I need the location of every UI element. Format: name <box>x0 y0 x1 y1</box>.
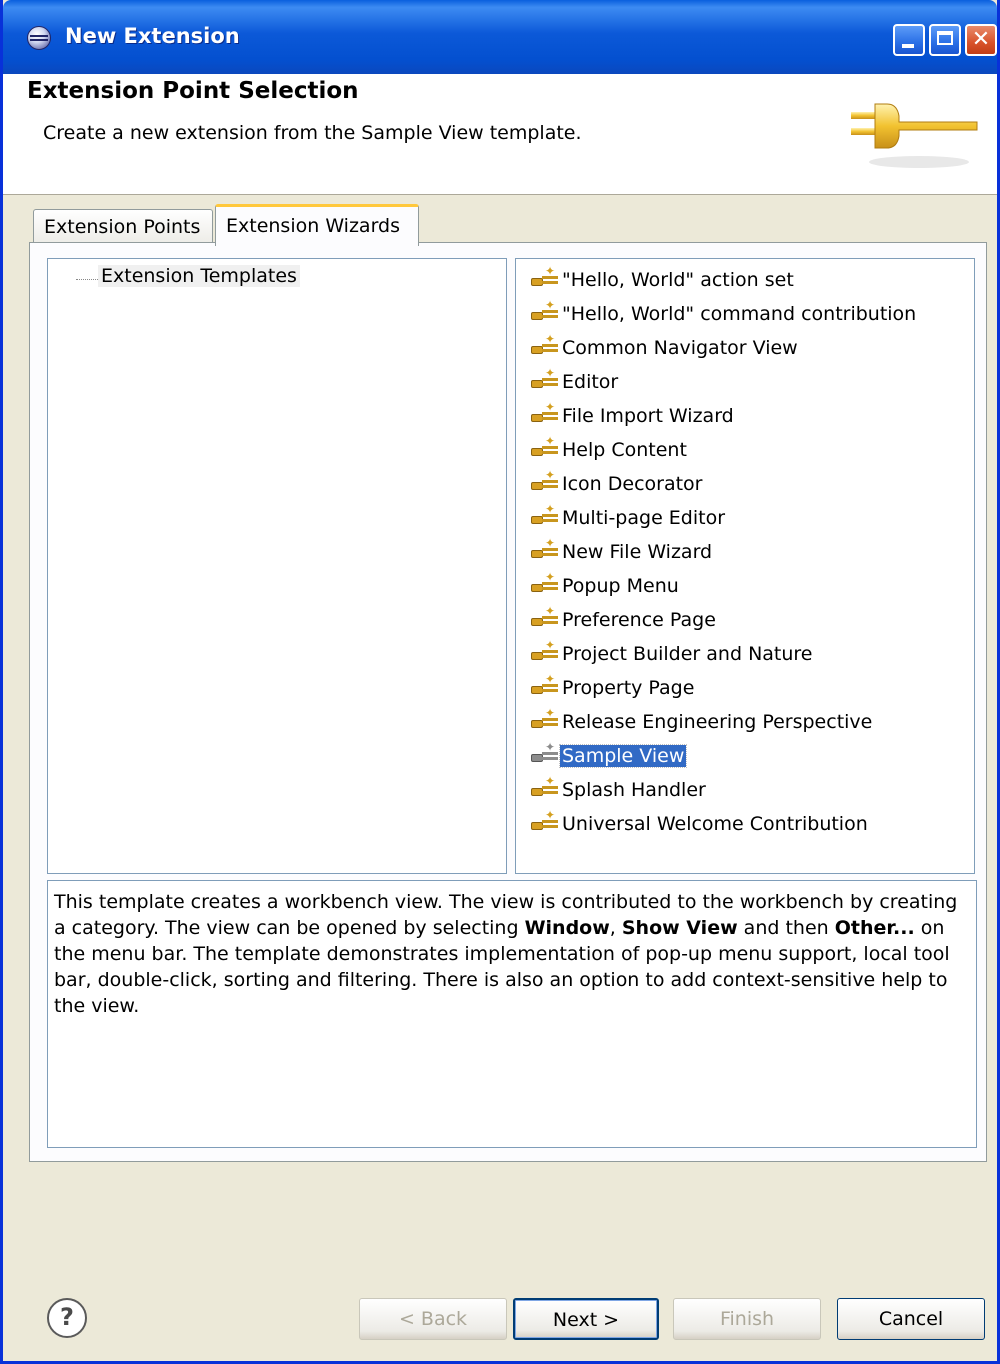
list-item[interactable]: ✦ Release Engineering Perspective <box>530 705 918 739</box>
list-item-label: Universal Welcome Contribution <box>562 813 868 835</box>
list-item[interactable]: ✦ Splash Handler <box>530 773 918 807</box>
window-title: New Extension <box>65 24 240 48</box>
list-item[interactable]: ✦ Universal Welcome Contribution <box>530 807 918 841</box>
list-item[interactable]: ✦ Help Content <box>530 433 918 467</box>
extension-wizard-icon: ✦ <box>530 299 560 324</box>
maximize-icon <box>937 31 953 45</box>
description-sep: , <box>609 917 622 939</box>
description-show-view: Show View <box>621 917 738 939</box>
extension-wizard-icon: ✦ <box>530 401 560 426</box>
help-button[interactable]: ? <box>47 1298 87 1338</box>
extension-wizard-icon: ✦ <box>530 469 560 494</box>
list-item-label: "Hello, World" action set <box>562 269 794 291</box>
list-item[interactable]: ✦ "Hello, World" command contribution <box>530 297 918 331</box>
list-item-label: Release Engineering Perspective <box>562 711 873 733</box>
description-other: Other... <box>834 917 915 939</box>
extension-wizard-icon: ✦ <box>530 775 560 800</box>
tab-extension-points[interactable]: Extension Points <box>33 209 213 245</box>
page-description: Create a new extension from the Sample V… <box>43 122 582 144</box>
list-item[interactable]: ✦ Common Navigator View <box>530 331 918 365</box>
template-list-items: ✦ "Hello, World" action set ✦ "Hello, World… <box>530 263 918 841</box>
back-button[interactable]: < Back <box>359 1298 507 1340</box>
new-extension-dialog: New Extension ✕ Extension Point Selectio… <box>0 0 1000 1364</box>
list-item-label: Sample View <box>558 744 688 768</box>
list-item[interactable]: ✦ Property Page <box>530 671 918 705</box>
minimize-icon <box>902 44 914 48</box>
tree-item-extension-templates[interactable]: Extension Templates <box>98 265 300 287</box>
list-item-label: Common Navigator View <box>562 337 798 359</box>
extension-wizard-icon: ✦ <box>530 435 560 460</box>
extension-wizard-icon: ✦ <box>530 503 560 528</box>
cancel-button[interactable]: Cancel <box>837 1298 985 1340</box>
extension-wizard-icon: ✦ <box>530 571 560 596</box>
extension-wizard-icon: ✦ <box>530 367 560 392</box>
list-item-label: Icon Decorator <box>562 473 703 495</box>
list-item-label: Multi-page Editor <box>562 507 726 529</box>
extension-wizard-icon: ✦ <box>530 673 560 698</box>
list-item-label: New File Wizard <box>562 541 713 563</box>
description-window: Window <box>524 917 610 939</box>
list-item-label: Property Page <box>562 677 695 699</box>
list-item[interactable]: ✦ Project Builder and Nature <box>530 637 918 671</box>
extension-wizard-icon: ✦ <box>530 333 560 358</box>
page-title: Extension Point Selection <box>27 78 359 104</box>
extension-wizard-icon: ✦ <box>530 537 560 562</box>
extension-wizard-icon: ✦ <box>530 809 560 834</box>
list-item[interactable]: ✦ Popup Menu <box>530 569 918 603</box>
plug-icon <box>851 103 978 168</box>
list-item[interactable]: ✦ Editor <box>530 365 918 399</box>
list-item-label: Splash Handler <box>562 779 706 801</box>
list-item-label: Help Content <box>562 439 687 461</box>
list-item[interactable]: ✦ File Import Wizard <box>530 399 918 433</box>
tab-extension-wizards[interactable]: Extension Wizards <box>215 204 419 246</box>
list-item[interactable]: ✦ Multi-page Editor <box>530 501 918 535</box>
list-item[interactable]: ✦ Preference Page <box>530 603 918 637</box>
next-button[interactable]: Next > <box>513 1298 659 1340</box>
list-item-label: Project Builder and Nature <box>562 643 813 665</box>
list-item-label: Popup Menu <box>562 575 679 597</box>
description-text: and then <box>737 917 835 939</box>
wizard-header: Extension Point Selection Create a new e… <box>3 74 997 195</box>
extension-wizard-icon: ✦ <box>530 265 560 290</box>
list-item[interactable]: ✦ Sample View <box>530 739 918 773</box>
extension-wizard-icon: ✦ <box>530 741 560 766</box>
eclipse-icon <box>27 26 51 50</box>
close-button[interactable]: ✕ <box>965 24 997 56</box>
title-bar[interactable]: New Extension ✕ <box>3 0 997 74</box>
close-icon: ✕ <box>971 27 991 52</box>
list-item-label: "Hello, World" command contribution <box>562 303 917 325</box>
list-item-label: Editor <box>562 371 619 393</box>
template-description: This template creates a workbench view. … <box>47 880 977 1148</box>
minimize-button[interactable] <box>893 24 925 56</box>
list-item-label: File Import Wizard <box>562 405 734 427</box>
extension-wizard-icon: ✦ <box>530 707 560 732</box>
template-list[interactable]: ✦ "Hello, World" action set ✦ "Hello, World… <box>515 258 975 874</box>
extension-wizard-icon: ✦ <box>530 639 560 664</box>
maximize-button[interactable] <box>929 24 961 56</box>
list-item[interactable]: ✦ "Hello, World" action set <box>530 263 918 297</box>
extension-wizard-icon: ✦ <box>530 605 560 630</box>
tree-connector <box>76 279 98 280</box>
finish-button[interactable]: Finish <box>673 1298 821 1340</box>
list-item-label: Preference Page <box>562 609 716 631</box>
list-item[interactable]: ✦ Icon Decorator <box>530 467 918 501</box>
template-category-tree[interactable]: Extension Templates <box>47 258 507 874</box>
list-item[interactable]: ✦ New File Wizard <box>530 535 918 569</box>
